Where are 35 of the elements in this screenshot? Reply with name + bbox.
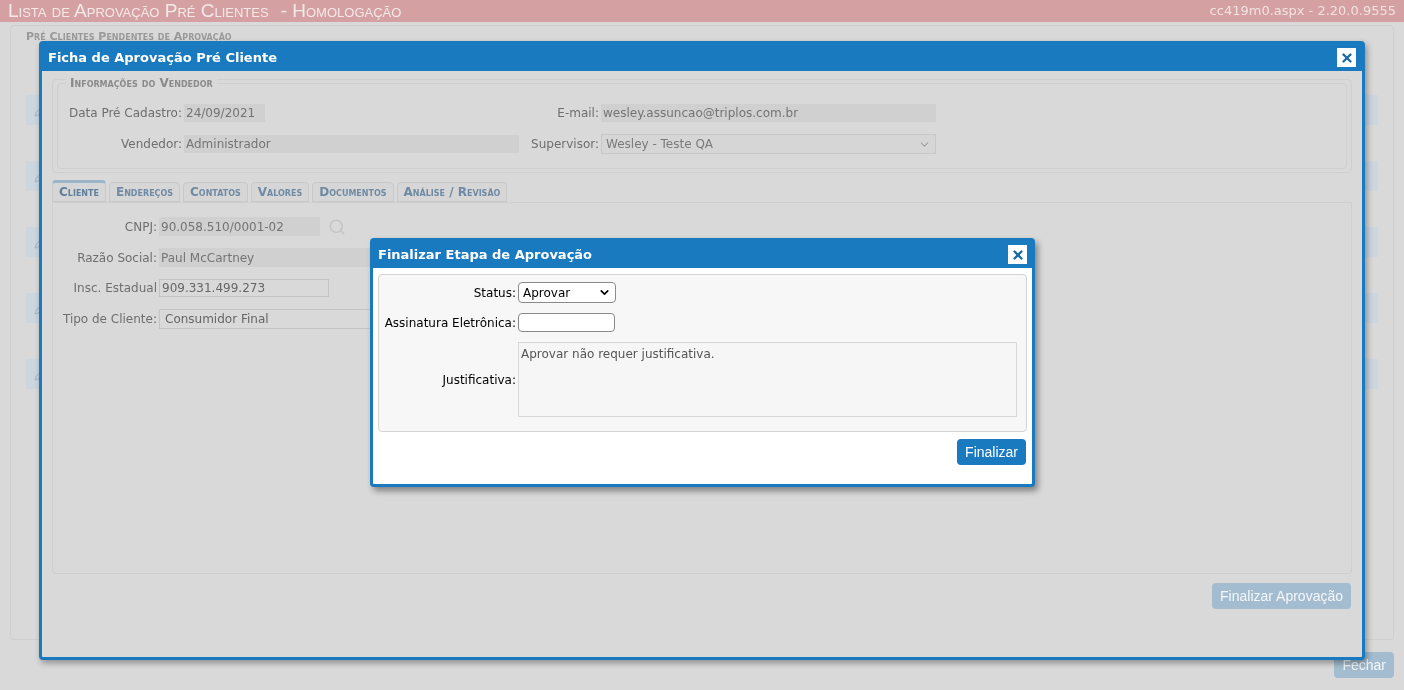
supervisor-select[interactable]: Wesley - Teste QA (601, 134, 936, 154)
field-label: Data Pré Cadastro: (67, 105, 182, 122)
field-label: Justificativa: (441, 371, 516, 389)
tab[interactable]: Endereços (108, 182, 181, 202)
status-select[interactable]: Aprovar (518, 282, 616, 303)
readonly-field: wesley.assuncao@triplos.com.br (601, 104, 936, 122)
close-button[interactable] (1337, 48, 1356, 67)
signature-field[interactable] (518, 313, 615, 332)
readonly-field: 90.058.510/0001-02 (159, 217, 320, 236)
readonly-field: 24/09/2021 (184, 104, 265, 122)
close-button[interactable] (1008, 245, 1027, 264)
dialog-title: Ficha de Aprovação Pré Cliente (48, 48, 277, 67)
field-label: Status: (472, 284, 516, 302)
tab[interactable]: Contatos (183, 182, 248, 202)
tab[interactable]: Cliente (52, 180, 106, 202)
section-legend: Informações do Vendedor (66, 76, 217, 90)
close-icon (1010, 247, 1025, 262)
field-label: Vendedor: (120, 136, 182, 153)
field-label: Tipo de Cliente: (61, 311, 157, 328)
finalize-button[interactable]: Finalizar (957, 439, 1026, 465)
tab[interactable]: Valores (250, 182, 310, 202)
page-title: Lista de Aprovação Pré Clientes (8, 0, 269, 23)
close-icon (1339, 50, 1354, 65)
field-label: Razão Social: (76, 249, 157, 267)
field-label: CNPJ: (123, 218, 157, 236)
field-label: E-mail: (556, 105, 599, 122)
section-legend: Pré Clientes Pendentes de Aprovação (26, 30, 232, 43)
field-label: Supervisor: (530, 136, 599, 153)
tab[interactable]: Análise / Revisão (396, 182, 508, 202)
environment-label: - Homologação (280, 0, 402, 23)
field-label: Insc. Estadual (72, 280, 157, 297)
version-label: cc419m0.aspx - 2.20.0.9555 (1209, 2, 1396, 21)
input-field[interactable]: 909.331.499.273 (159, 279, 329, 297)
readonly-field: Administrador (184, 135, 519, 153)
tab[interactable]: Documentos (312, 182, 394, 202)
